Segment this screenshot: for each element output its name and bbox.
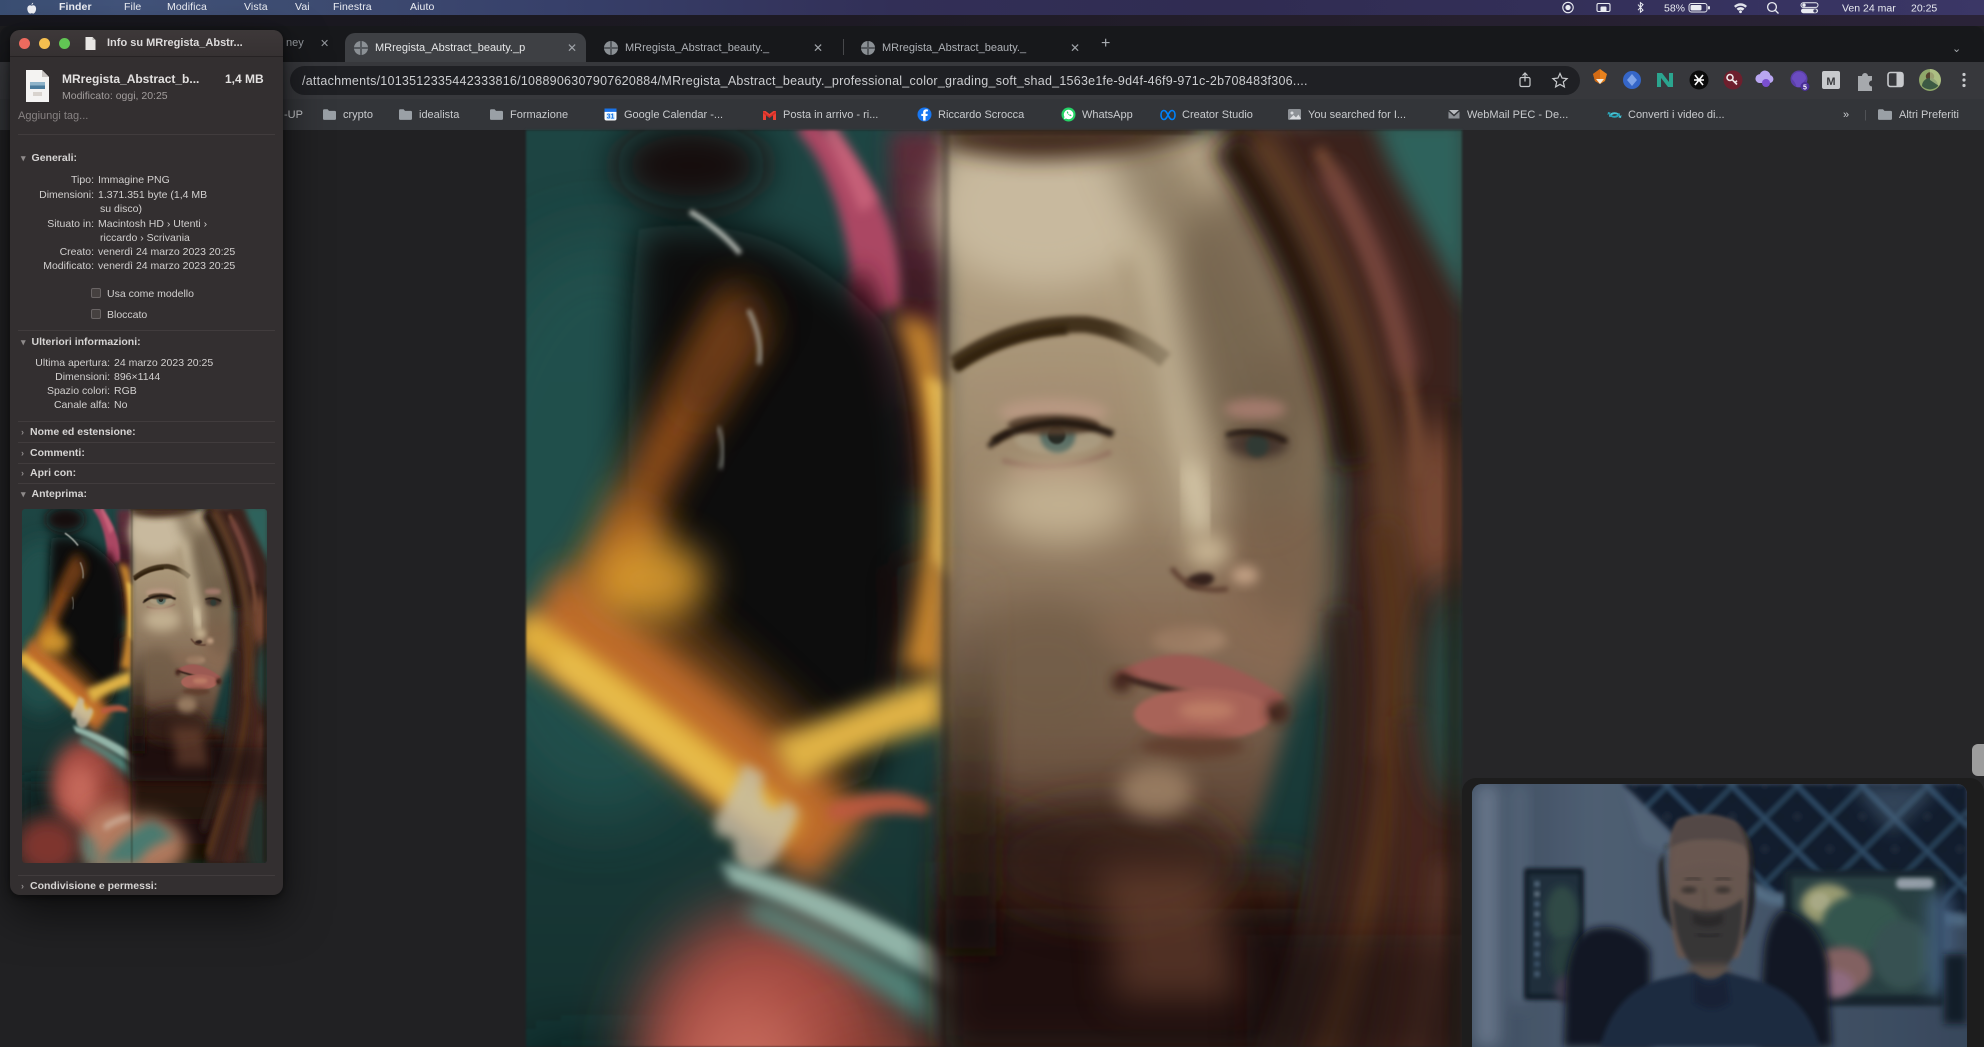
svg-text:58%: 58% xyxy=(1664,3,1685,15)
svg-text:5: 5 xyxy=(1803,85,1807,92)
svg-text:M: M xyxy=(1826,76,1835,88)
svg-text:31: 31 xyxy=(607,114,615,121)
svg-text:20:25: 20:25 xyxy=(1911,3,1937,15)
svg-text:Ven 24 mar: Ven 24 mar xyxy=(1842,3,1896,15)
